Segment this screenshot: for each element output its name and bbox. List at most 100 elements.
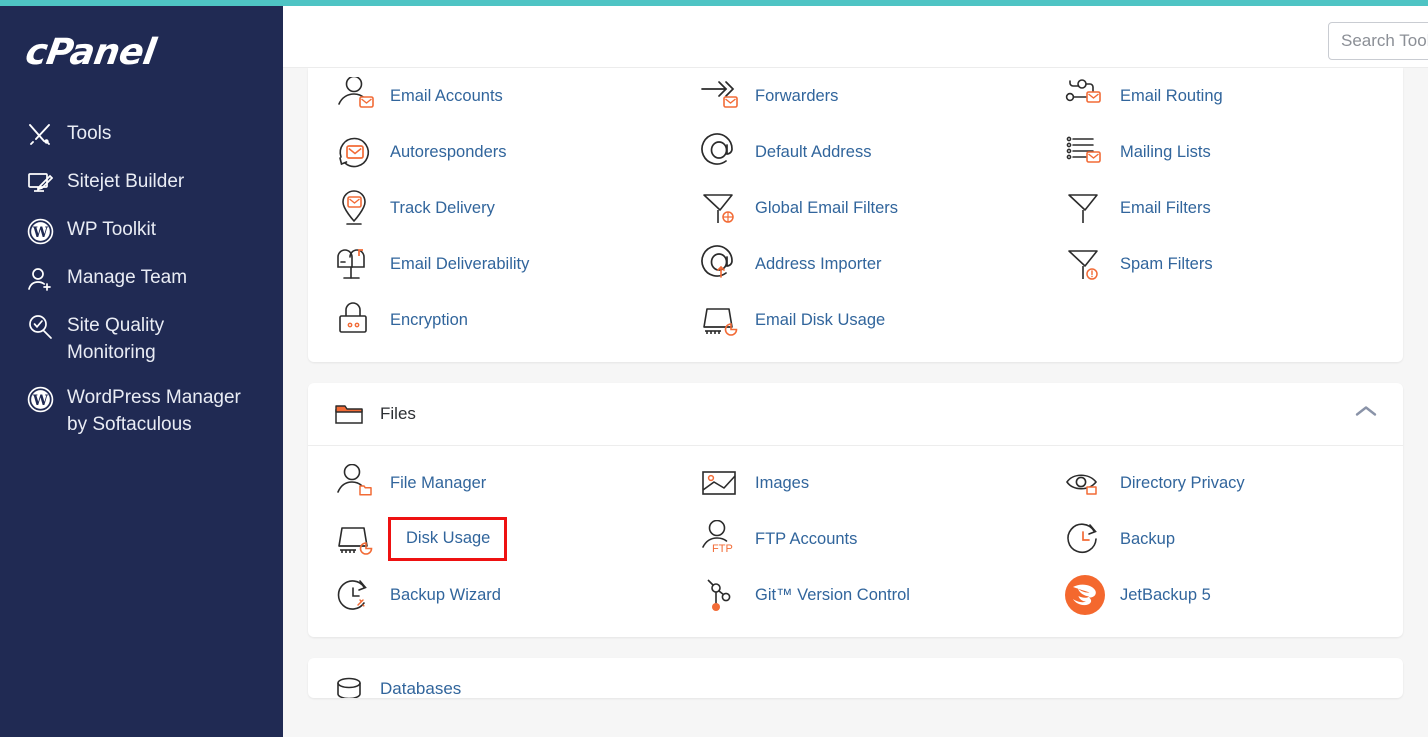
user-folder-icon [332, 461, 378, 505]
tile-label: Track Delivery [390, 198, 495, 219]
folder-icon [332, 399, 366, 429]
section-tiles-email: Email Accounts [308, 68, 1403, 362]
section-title: Files [380, 404, 416, 424]
tile-forwarders[interactable]: Forwarders [673, 68, 1038, 124]
funnel-alert-icon [1062, 242, 1108, 286]
tile-label: Email Deliverability [390, 254, 529, 275]
tile-default-address[interactable]: Default Address [673, 124, 1038, 180]
tile-file-manager[interactable]: File Manager [308, 455, 673, 511]
tile-jetbackup-5[interactable]: JetBackup 5 [1038, 567, 1403, 623]
monitor-pen-icon [24, 168, 56, 198]
pin-envelope-icon [332, 186, 378, 230]
sidebar-item-sitejet-builder[interactable]: Sitejet Builder [0, 159, 283, 207]
tile-label: Global Email Filters [755, 198, 898, 219]
tile-git-version-control[interactable]: Git™ Version Control [673, 567, 1038, 623]
jetbackup-icon [1062, 573, 1108, 617]
tile-label: Default Address [755, 142, 871, 163]
sidebar-nav: Tools Sitejet Builder [0, 111, 283, 447]
tile-label: Images [755, 473, 809, 494]
sidebar-item-label: Site Quality Monitoring [67, 312, 257, 366]
sidebar-item-wp-toolkit[interactable]: W WP Toolkit [0, 207, 283, 255]
tile-label: Email Disk Usage [755, 310, 885, 331]
section-card-databases: Databases [308, 658, 1403, 698]
image-icon [697, 461, 743, 505]
user-ftp-icon: FTP [697, 517, 743, 561]
sidebar-item-label: WP Toolkit [67, 216, 156, 243]
svg-text:FTP: FTP [712, 543, 733, 555]
tile-label: Directory Privacy [1120, 473, 1245, 494]
tile-ftp-accounts[interactable]: FTP FTP Accounts [673, 511, 1038, 567]
tile-label: Backup Wizard [390, 585, 501, 606]
tools-icon [24, 120, 56, 150]
section-header-files[interactable]: Files [308, 383, 1403, 446]
user-envelope-icon [332, 74, 378, 118]
mailbox-icon [332, 242, 378, 286]
tile-label: Address Importer [755, 254, 882, 275]
sidebar-item-tools[interactable]: Tools [0, 111, 283, 159]
sidebar-item-label: Manage Team [67, 264, 187, 291]
cpanel-app: cPanel Tools [0, 0, 1428, 737]
at-sign-arrow-icon [697, 242, 743, 286]
chevron-up-icon[interactable] [1355, 405, 1377, 424]
tile-encryption[interactable]: Encryption [308, 292, 673, 348]
tile-email-filters[interactable]: Email Filters [1038, 180, 1403, 236]
search-tools-wrapper [1328, 22, 1428, 60]
sidebar: cPanel Tools [0, 6, 283, 737]
section-title: Databases [380, 679, 461, 698]
at-sign-icon [697, 130, 743, 174]
tile-label: Email Accounts [390, 86, 503, 107]
clock-wand-icon [332, 573, 378, 617]
tile-images[interactable]: Images [673, 455, 1038, 511]
tile-email-deliverability[interactable]: Email Deliverability [308, 236, 673, 292]
tile-global-email-filters[interactable]: Global Email Filters [673, 180, 1038, 236]
tile-backup[interactable]: Backup [1038, 511, 1403, 567]
sidebar-item-label: WordPress Manager by Softaculous [67, 384, 257, 438]
tile-email-accounts[interactable]: Email Accounts [308, 68, 673, 124]
database-icon [332, 674, 366, 698]
sidebar-item-wordpress-manager-by-softaculous[interactable]: W WordPress Manager by Softaculous [0, 375, 283, 447]
funnel-globe-icon [697, 186, 743, 230]
user-plus-icon [24, 264, 56, 294]
section-header-databases[interactable]: Databases [308, 658, 1403, 698]
svg-text:W: W [31, 225, 48, 241]
tile-backup-wizard[interactable]: Backup Wizard [308, 567, 673, 623]
tile-label: JetBackup 5 [1120, 585, 1211, 606]
arrow-envelope-icon [697, 74, 743, 118]
sections-scroll-area[interactable]: Email Accounts [283, 68, 1428, 737]
tile-email-disk-usage[interactable]: Email Disk Usage [673, 292, 1038, 348]
tile-disk-usage[interactable]: Disk Usage [308, 511, 673, 567]
clock-arrow-icon [1062, 517, 1108, 561]
git-branch-icon [697, 573, 743, 617]
sidebar-item-label: Tools [67, 120, 111, 147]
top-header-bar [283, 6, 1428, 68]
tile-label: File Manager [390, 473, 486, 494]
tile-label: Encryption [390, 310, 468, 331]
list-envelope-icon [1062, 130, 1108, 174]
disk-clock-icon [697, 298, 743, 342]
tile-address-importer[interactable]: Address Importer [673, 236, 1038, 292]
sidebar-item-label: Sitejet Builder [67, 168, 184, 195]
tile-label: Mailing Lists [1120, 142, 1211, 163]
section-tiles-files: File Manager Images [308, 446, 1403, 637]
tile-label: Backup [1120, 529, 1175, 550]
tile-mailing-lists[interactable]: Mailing Lists [1038, 124, 1403, 180]
sidebar-item-manage-team[interactable]: Manage Team [0, 255, 283, 303]
wordpress-icon: W [24, 216, 56, 246]
tile-directory-privacy[interactable]: Directory Privacy [1038, 455, 1403, 511]
svg-text:W: W [31, 393, 48, 409]
tile-spam-filters[interactable]: Spam Filters [1038, 236, 1403, 292]
tile-track-delivery[interactable]: Track Delivery [308, 180, 673, 236]
tile-label: Autoresponders [390, 142, 507, 163]
funnel-icon [1062, 186, 1108, 230]
tile-autoresponders[interactable]: Autoresponders [308, 124, 673, 180]
sidebar-item-site-quality-monitoring[interactable]: Site Quality Monitoring [0, 303, 283, 375]
cpanel-logo[interactable]: cPanel [23, 32, 283, 73]
magnifier-check-icon [24, 312, 56, 342]
search-input[interactable] [1328, 22, 1428, 60]
eye-folder-icon [1062, 461, 1108, 505]
tile-email-routing[interactable]: Email Routing [1038, 68, 1403, 124]
tile-label: Disk Usage [388, 517, 507, 561]
tile-label: Email Filters [1120, 198, 1211, 219]
tile-label: Spam Filters [1120, 254, 1213, 275]
circle-arrow-envelope-icon [332, 130, 378, 174]
